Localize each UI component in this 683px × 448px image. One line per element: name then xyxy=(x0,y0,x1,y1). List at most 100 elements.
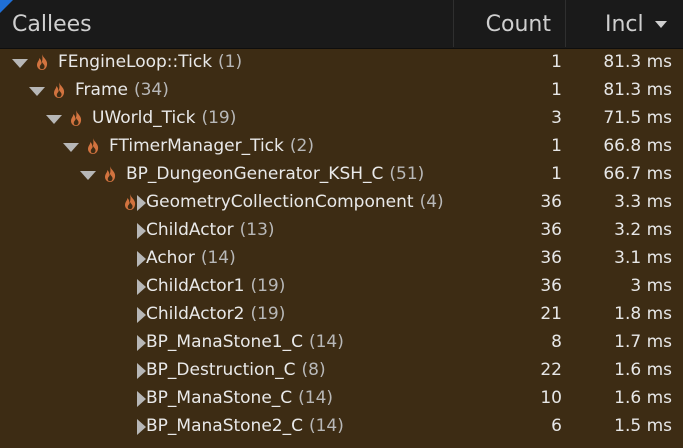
expand-arrow-icon[interactable] xyxy=(137,251,146,267)
callee-instance-count: (14) xyxy=(200,248,236,268)
hot-path-flame-icon xyxy=(68,109,84,132)
count-cell: 10 xyxy=(540,388,562,408)
tree-row[interactable]: BP_ManaStone_C (14) 10 1.6 ms xyxy=(0,384,683,412)
expand-arrow-icon[interactable] xyxy=(137,363,146,379)
sort-descending-icon[interactable] xyxy=(655,21,667,28)
callee-name: ChildActor (13) xyxy=(146,216,275,244)
collapse-arrow-icon[interactable] xyxy=(12,59,28,68)
callee-instance-count: (51) xyxy=(389,164,425,184)
tree-row[interactable]: ChildActor1 (19) 36 3 ms xyxy=(0,272,683,300)
tree-row[interactable]: FTimerManager_Tick (2) 1 66.8 ms xyxy=(0,132,683,160)
inclusive-time-cell: 71.5 ms xyxy=(603,108,672,128)
inclusive-time-cell: 66.7 ms xyxy=(603,164,672,184)
callee-instance-count: (14) xyxy=(308,416,344,436)
callee-name: BP_ManaStone1_C (14) xyxy=(146,328,344,356)
tree-row[interactable]: ChildActor (13) 36 3.2 ms xyxy=(0,216,683,244)
inclusive-time-cell: 81.3 ms xyxy=(603,52,672,72)
inclusive-time-cell: 1.8 ms xyxy=(614,304,672,324)
callee-label: ChildActor1 xyxy=(146,276,245,296)
callee-instance-count: (19) xyxy=(250,304,286,324)
collapse-arrow-icon[interactable] xyxy=(63,143,79,152)
callee-instance-count: (14) xyxy=(308,332,344,352)
table-header: Callees Count Incl xyxy=(0,0,683,49)
expand-arrow-icon[interactable] xyxy=(137,195,146,211)
column-header-incl-label: Incl xyxy=(605,12,644,37)
callee-instance-count: (2) xyxy=(289,136,314,156)
column-header-incl[interactable]: Incl xyxy=(567,0,683,47)
count-cell: 1 xyxy=(551,136,562,156)
callee-name: FEngineLoop::Tick (1) xyxy=(58,48,242,76)
count-cell: 21 xyxy=(540,304,562,324)
column-header-callees[interactable]: Callees xyxy=(0,0,454,47)
count-cell: 3 xyxy=(551,108,562,128)
callee-label: GeometryCollectionComponent xyxy=(146,192,414,212)
callee-name: FTimerManager_Tick (2) xyxy=(109,132,314,160)
expand-arrow-icon[interactable] xyxy=(137,391,146,407)
tree-row[interactable]: GeometryCollectionComponent (4) 36 3.3 ms xyxy=(0,188,683,216)
count-cell: 22 xyxy=(540,360,562,380)
callees-tree: FEngineLoop::Tick (1) 1 81.3 ms Frame (34) 1 81… xyxy=(0,48,683,440)
callee-name: ChildActor2 (19) xyxy=(146,300,285,328)
callee-label: FTimerManager_Tick xyxy=(109,136,284,156)
inclusive-time-cell: 3 ms xyxy=(630,276,672,296)
inclusive-time-cell: 1.6 ms xyxy=(614,388,672,408)
inclusive-time-cell: 66.8 ms xyxy=(603,136,672,156)
inclusive-time-cell: 81.3 ms xyxy=(603,80,672,100)
callee-label: BP_ManaStone_C xyxy=(146,388,293,408)
callee-label: FEngineLoop::Tick xyxy=(58,52,213,72)
count-cell: 6 xyxy=(551,416,562,436)
callee-label: ChildActor2 xyxy=(146,304,245,324)
column-header-count[interactable]: Count xyxy=(455,0,566,47)
callee-instance-count: (13) xyxy=(239,220,275,240)
callee-instance-count: (34) xyxy=(133,80,169,100)
callee-label: BP_ManaStone2_C xyxy=(146,416,303,436)
callee-label: BP_ManaStone1_C xyxy=(146,332,303,352)
callee-name: BP_Destruction_C (8) xyxy=(146,356,326,384)
callee-name: UWorld_Tick (19) xyxy=(92,104,236,132)
callee-name: BP_ManaStone_C (14) xyxy=(146,384,333,412)
expand-arrow-icon[interactable] xyxy=(137,307,146,323)
callee-instance-count: (1) xyxy=(218,52,243,72)
tree-row[interactable]: Frame (34) 1 81.3 ms xyxy=(0,76,683,104)
callee-name: BP_DungeonGenerator_KSH_C (51) xyxy=(126,160,424,188)
count-cell: 36 xyxy=(540,276,562,296)
collapse-arrow-icon[interactable] xyxy=(29,87,45,96)
inclusive-time-cell: 1.7 ms xyxy=(614,332,672,352)
collapse-arrow-icon[interactable] xyxy=(80,171,96,180)
tree-row[interactable]: ChildActor2 (19) 21 1.8 ms xyxy=(0,300,683,328)
tree-row[interactable]: Achor (14) 36 3.1 ms xyxy=(0,244,683,272)
callee-instance-count: (4) xyxy=(419,192,444,212)
inclusive-time-cell: 1.5 ms xyxy=(614,416,672,436)
expand-arrow-icon[interactable] xyxy=(137,279,146,295)
callee-label: ChildActor xyxy=(146,220,234,240)
inclusive-time-cell: 3.2 ms xyxy=(614,220,672,240)
count-cell: 36 xyxy=(540,220,562,240)
inclusive-time-cell: 3.1 ms xyxy=(614,248,672,268)
hot-path-flame-icon xyxy=(102,165,118,188)
callee-name: ChildActor1 (19) xyxy=(146,272,285,300)
count-cell: 8 xyxy=(551,332,562,352)
expand-arrow-icon[interactable] xyxy=(137,223,146,239)
callee-label: UWorld_Tick xyxy=(92,108,196,128)
tree-row[interactable]: BP_Destruction_C (8) 22 1.6 ms xyxy=(0,356,683,384)
callee-label: BP_DungeonGenerator_KSH_C xyxy=(126,164,384,184)
expand-arrow-icon[interactable] xyxy=(137,335,146,351)
callee-name: Achor (14) xyxy=(146,244,236,272)
count-cell: 1 xyxy=(551,52,562,72)
callee-name: GeometryCollectionComponent (4) xyxy=(146,188,444,216)
collapse-arrow-icon[interactable] xyxy=(46,115,62,124)
tree-row[interactable]: UWorld_Tick (19) 3 71.5 ms xyxy=(0,104,683,132)
callee-instance-count: (19) xyxy=(250,276,286,296)
inclusive-time-cell: 1.6 ms xyxy=(614,360,672,380)
expand-arrow-icon[interactable] xyxy=(137,419,146,435)
hot-path-flame-icon xyxy=(34,53,50,76)
count-cell: 1 xyxy=(551,80,562,100)
callee-instance-count: (8) xyxy=(301,360,326,380)
tree-row[interactable]: FEngineLoop::Tick (1) 1 81.3 ms xyxy=(0,48,683,76)
tree-row[interactable]: BP_ManaStone2_C (14) 6 1.5 ms xyxy=(0,412,683,440)
tree-row[interactable]: BP_DungeonGenerator_KSH_C (51) 1 66.7 ms xyxy=(0,160,683,188)
callee-name: Frame (34) xyxy=(75,76,169,104)
callee-label: Achor xyxy=(146,248,195,268)
callee-name: BP_ManaStone2_C (14) xyxy=(146,412,344,440)
tree-row[interactable]: BP_ManaStone1_C (14) 8 1.7 ms xyxy=(0,328,683,356)
